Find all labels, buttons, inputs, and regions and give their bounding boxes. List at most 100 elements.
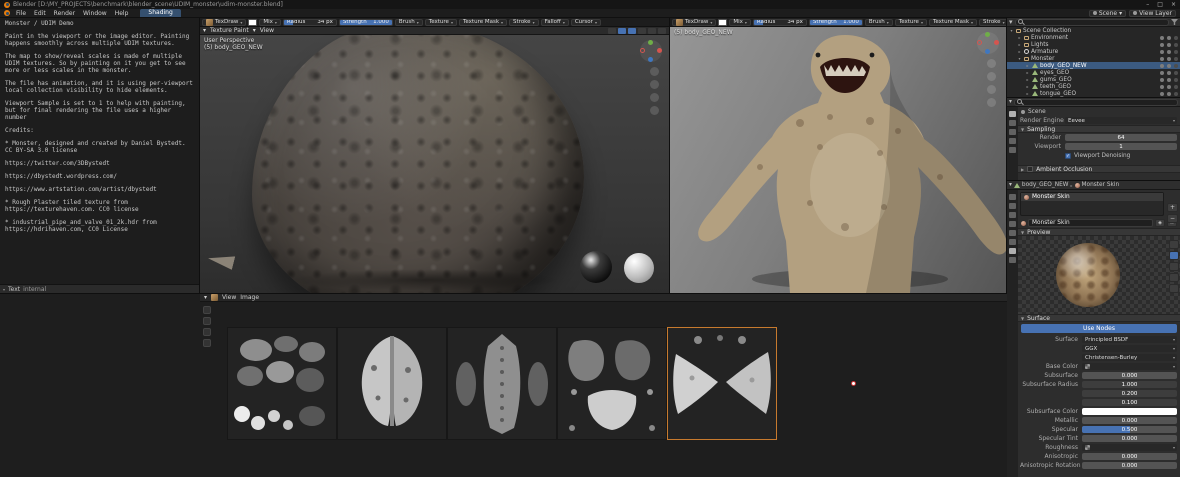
disclosure-triangle-icon[interactable]: ▸ bbox=[1025, 63, 1030, 68]
particles-tab-icon[interactable] bbox=[1009, 212, 1016, 218]
blender-menu-icon[interactable] bbox=[4, 10, 10, 16]
paint-viewport-canvas[interactable]: User Perspective (5) body_GEO_NEW bbox=[200, 35, 669, 293]
checkbox-toggle-icon[interactable] bbox=[1160, 57, 1164, 61]
preview-flat-icon[interactable] bbox=[1169, 240, 1179, 249]
axis-x-icon[interactable] bbox=[657, 48, 662, 53]
viewport-texture-paint[interactable]: TexDraw ▾ Mix ▾ Radius 34 px Strength 1.… bbox=[200, 18, 670, 293]
sub-7-widget[interactable]: 0.100 bbox=[1082, 399, 1177, 406]
surface-widget[interactable]: Principled BSDF bbox=[1082, 336, 1177, 343]
properties-search-input[interactable] bbox=[1014, 99, 1178, 106]
paint-color-swatch[interactable] bbox=[718, 19, 727, 26]
disclosure-triangle-icon[interactable]: ▸ bbox=[1025, 91, 1030, 96]
menu-edit[interactable]: Edit bbox=[30, 10, 50, 17]
image-editor[interactable]: ▾ View Image bbox=[0, 293, 1007, 477]
menu-help[interactable]: Help bbox=[111, 10, 133, 17]
render-samples-field[interactable]: 64 bbox=[1065, 134, 1177, 141]
minimize-button[interactable]: – bbox=[1146, 1, 1149, 8]
draw-tool-icon[interactable] bbox=[203, 306, 211, 314]
add-slot-button[interactable]: + bbox=[1167, 203, 1178, 212]
texture-panel-dropdown[interactable]: Texture▾ bbox=[895, 19, 927, 26]
checkbox-toggle-icon[interactable] bbox=[1160, 85, 1164, 89]
preview-cube-icon[interactable] bbox=[1169, 262, 1179, 271]
outliner-item-lights[interactable]: ▸Lights bbox=[1007, 41, 1180, 48]
zoom-icon[interactable] bbox=[650, 67, 659, 76]
move-view-icon[interactable] bbox=[987, 72, 996, 81]
disclosure-triangle-icon[interactable]: ▸ bbox=[1017, 42, 1022, 47]
hide-viewport-icon[interactable] bbox=[1167, 36, 1171, 40]
outliner-item-eyes-geo[interactable]: ▸eyes_GEO bbox=[1007, 69, 1180, 76]
sub-6-widget[interactable]: 0.200 bbox=[1082, 390, 1177, 397]
strength-slider[interactable]: Strength 1.000 bbox=[809, 19, 863, 26]
axis-x-icon[interactable] bbox=[994, 40, 999, 45]
shading-solid-icon[interactable] bbox=[638, 28, 646, 34]
hide-viewport-icon[interactable] bbox=[1167, 64, 1171, 68]
sampling-panel-header[interactable]: ▼ Sampling bbox=[1018, 125, 1180, 133]
udim-tile-3[interactable] bbox=[447, 327, 557, 440]
brush-selector[interactable]: TexDraw ▾ bbox=[672, 19, 716, 26]
navigation-gizmo[interactable] bbox=[977, 32, 999, 54]
outliner-item-body-geo-new[interactable]: ▸body_GEO_NEW bbox=[1007, 62, 1180, 69]
preview-sphere-icon[interactable] bbox=[1169, 251, 1179, 260]
world-tab-icon[interactable] bbox=[1009, 147, 1016, 153]
view-menu[interactable]: View bbox=[260, 27, 274, 34]
hide-render-icon[interactable] bbox=[1174, 50, 1178, 54]
checkbox-toggle-icon[interactable] bbox=[1160, 64, 1164, 68]
outliner-item-scene-collection[interactable]: ▾Scene Collection bbox=[1007, 27, 1180, 34]
subsurface-color-widget[interactable] bbox=[1082, 408, 1177, 415]
ambient-occlusion-panel-header[interactable]: ▶ Ambient Occlusion bbox=[1018, 165, 1180, 173]
remove-slot-button[interactable]: − bbox=[1167, 214, 1178, 223]
scene-tab-icon[interactable] bbox=[1009, 138, 1016, 144]
axis-x-neg-icon[interactable] bbox=[977, 40, 982, 45]
mesh-data-tab-icon[interactable] bbox=[1009, 239, 1016, 245]
blend-mode-dropdown[interactable]: Mix ▾ bbox=[729, 19, 751, 26]
view-layer-selector[interactable]: View Layer bbox=[1129, 10, 1176, 17]
editor-type-icon[interactable]: ▾ bbox=[1009, 18, 1013, 26]
hide-viewport-icon[interactable] bbox=[1167, 57, 1171, 61]
disclosure-triangle-icon[interactable]: ▸ bbox=[1025, 77, 1030, 82]
disclosure-triangle-icon[interactable]: ▾ bbox=[1017, 56, 1022, 61]
menu-window[interactable]: Window bbox=[79, 10, 111, 17]
subsurface-widget[interactable]: 0.000 bbox=[1082, 372, 1177, 379]
hide-render-icon[interactable] bbox=[1174, 43, 1178, 47]
udim-tile-2[interactable] bbox=[337, 327, 447, 440]
hide-render-icon[interactable] bbox=[1174, 71, 1178, 75]
breadcrumb-object[interactable]: body_GEO_NEW bbox=[1022, 182, 1069, 188]
overlays-toggle-icon[interactable] bbox=[618, 28, 626, 34]
outliner-item-monster[interactable]: ▾Monster bbox=[1007, 55, 1180, 62]
physics-tab-icon[interactable] bbox=[1009, 221, 1016, 227]
modifiers-tab-icon[interactable] bbox=[1009, 203, 1016, 209]
camera-view-icon[interactable] bbox=[650, 93, 659, 102]
base-color-widget[interactable] bbox=[1082, 363, 1177, 370]
viewport-denoising-checkbox[interactable]: ✓ bbox=[1065, 153, 1071, 159]
cursor-panel-dropdown[interactable]: Cursor▾ bbox=[571, 19, 601, 26]
breadcrumb-material[interactable]: Monster Skin bbox=[1082, 182, 1120, 188]
render-tab-icon[interactable] bbox=[1009, 111, 1016, 117]
view-layer-tab-icon[interactable] bbox=[1009, 129, 1016, 135]
texture-mask-panel-dropdown[interactable]: Texture Mask▾ bbox=[929, 19, 977, 26]
maximize-button[interactable]: □ bbox=[1157, 1, 1163, 8]
preview-hair-icon[interactable] bbox=[1169, 273, 1179, 282]
roughness-widget[interactable] bbox=[1082, 444, 1177, 451]
editor-type-icon[interactable]: ▾ bbox=[1009, 182, 1012, 188]
checkbox-toggle-icon[interactable] bbox=[1160, 78, 1164, 82]
hide-render-icon[interactable] bbox=[1174, 85, 1178, 89]
breadcrumb-scene[interactable]: Scene bbox=[1028, 109, 1046, 115]
close-button[interactable]: × bbox=[1171, 1, 1176, 8]
udim-tile-4[interactable] bbox=[557, 327, 667, 440]
texture-tab-icon[interactable] bbox=[1009, 257, 1016, 263]
material-slot-row[interactable]: Monster Skin bbox=[1021, 193, 1163, 201]
disclosure-triangle-icon[interactable]: ▾ bbox=[1009, 28, 1014, 33]
anisotropic-widget[interactable]: 0.000 bbox=[1082, 453, 1177, 460]
move-view-icon[interactable] bbox=[650, 80, 659, 89]
texture-panel-dropdown[interactable]: Texture▾ bbox=[425, 19, 457, 26]
blend-mode-dropdown[interactable]: Mix ▾ bbox=[259, 19, 281, 26]
outliner-item-armature[interactable]: ▸Armature bbox=[1007, 48, 1180, 55]
editor-type-icon[interactable]: ▾ bbox=[3, 287, 5, 292]
render-engine-dropdown[interactable]: Eevee bbox=[1065, 117, 1177, 124]
navigation-gizmo[interactable] bbox=[640, 40, 662, 62]
disclosure-triangle-icon[interactable]: ▸ bbox=[1017, 49, 1022, 54]
udim-tile-1[interactable] bbox=[227, 327, 337, 440]
outliner-item-environment[interactable]: ▸Environment bbox=[1007, 34, 1180, 41]
outliner-item-teeth-geo[interactable]: ▸teeth_GEO bbox=[1007, 83, 1180, 90]
shading-rendered-icon[interactable] bbox=[658, 28, 666, 34]
